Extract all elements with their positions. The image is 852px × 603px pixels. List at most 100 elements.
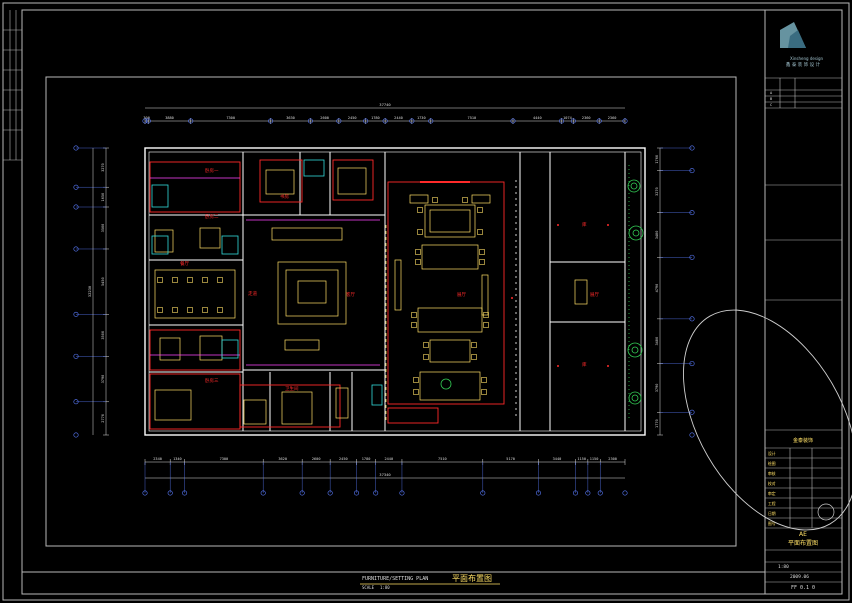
dimension-total: 32230 [87, 285, 92, 297]
chair [483, 322, 489, 328]
dimension-label: 2300 [608, 457, 617, 461]
chair [413, 377, 419, 383]
chair [477, 229, 483, 235]
chair [411, 322, 417, 328]
chair [471, 342, 477, 348]
drawing-title-en: FURNITURE/SETTING PLAN [362, 576, 428, 582]
dimension-label: 7510 [468, 116, 477, 120]
chair [423, 342, 429, 348]
dimension-label: 4790 [655, 284, 659, 293]
room-label: 展厅 [457, 292, 466, 298]
grid-bubble [73, 432, 79, 438]
chair [172, 307, 178, 313]
chair [415, 249, 421, 255]
chair [202, 307, 208, 313]
dimension-label: 7300 [220, 457, 229, 461]
dimension-top: 300 3880 7300 3630 2600 2450 1780 2440 1730 7510 4… [142, 102, 628, 124]
chair [202, 277, 208, 283]
room-label: 客厅 [346, 291, 355, 298]
scale-value: 1:80 [380, 585, 390, 590]
dimension-label: 2450 [339, 457, 348, 461]
chair [432, 197, 438, 203]
chair [417, 229, 423, 235]
dimension-label: 1150 [590, 457, 599, 461]
sheet-frame [2, 2, 850, 601]
plants [440, 165, 644, 420]
chair [481, 389, 487, 395]
dimension-label: 3480 [655, 231, 659, 240]
dimension-label: 5170 [506, 457, 515, 461]
grid-bubble [622, 490, 628, 496]
chair [187, 307, 193, 313]
dimension-label: 1650 [101, 193, 105, 202]
dimension-label: 2440 [384, 457, 393, 461]
revision-row: B [770, 97, 772, 101]
chair [477, 207, 483, 213]
grid-bubble [689, 432, 695, 438]
cad-drawing: 鑫 泰 装 饰 设 计 Xinsheng design AE 平面布置图 金泰装… [2, 2, 852, 601]
title-field-label: 日期 [768, 511, 776, 516]
chair [157, 277, 163, 283]
room-label: 书房 [280, 193, 289, 200]
title-scale: 1:80 [778, 564, 789, 570]
chair [172, 277, 178, 283]
dimension-label: 3500 [101, 224, 105, 233]
partition-walls [149, 152, 626, 431]
chair [413, 389, 419, 395]
room-label: 卧房二 [205, 213, 219, 220]
chair [415, 259, 421, 265]
dimension-label: 1780 [371, 116, 380, 120]
dimension-label: 5450 [101, 277, 105, 286]
room-label: 卫生间 [285, 385, 299, 392]
dimension-label: 2450 [348, 116, 357, 120]
floor-plan: 卧房一 卧房二 卧房三 餐厅 走道 客厅 书房 卫生间 展厅 库 展厅 库 [144, 147, 646, 436]
dimension-label: 3790 [101, 375, 105, 384]
dimension-label: 3440 [553, 457, 562, 461]
dimension-left: 3270 1650 3500 5450 3500 3790 2770 32230 [73, 145, 109, 438]
dimension-label: 3500 [101, 331, 105, 340]
dimension-label: 1150 [577, 457, 586, 461]
room-label: 卧房三 [205, 377, 219, 384]
logo-caption: 鑫 泰 装 饰 设 计 [786, 61, 821, 68]
scale-label: SCALE [362, 585, 375, 590]
dimension-bottom: 2340 1340 7300 3620 2600 2450 1780 2440 7510 5170… [142, 457, 628, 496]
title-field-label: 校对 [768, 481, 776, 486]
dimension-label: 1770 [655, 419, 659, 428]
revision-row: A [770, 91, 773, 95]
dimension-label: 7300 [226, 116, 235, 120]
furniture [154, 167, 588, 425]
chair [479, 249, 485, 255]
chair [411, 312, 417, 318]
dimension-label: 2360 [582, 116, 591, 120]
dimension-label: 2600 [320, 116, 329, 120]
dimension-label: 2340 [153, 457, 162, 461]
project-label: AE [799, 531, 807, 538]
dimension-total: 37340 [379, 472, 391, 477]
room-label: 展厅 [590, 292, 599, 298]
dimension-label: 1780 [362, 457, 371, 461]
drawing-title-cn: 平面布置图 [452, 573, 492, 583]
dimension-label: 2600 [312, 457, 321, 461]
chair [481, 377, 487, 383]
dimension-label: 3620 [278, 457, 287, 461]
title-date: 2009.06 [790, 574, 809, 580]
dimension-total: 37740 [379, 102, 391, 107]
room-label: 餐厅 [180, 260, 189, 267]
title-field-label: 绘图 [768, 461, 776, 466]
company-logo-icon [780, 22, 806, 48]
chair [471, 354, 477, 360]
title-field-label: 工程 [768, 501, 776, 506]
drawing-title: FURNITURE/SETTING PLAN 平面布置图 SCALE 1:80 [360, 573, 500, 590]
chair [187, 277, 193, 283]
chair [462, 197, 468, 203]
chair [423, 354, 429, 360]
dimension-right: 1760 3270 3480 4790 3480 3790 1770 [655, 145, 695, 438]
chair [157, 307, 163, 313]
title-field-label: 审定 [768, 491, 776, 496]
title-field-label: 设计 [768, 451, 776, 456]
room-label: 库 [582, 221, 587, 228]
dimension-label: 3790 [655, 384, 659, 393]
dimension-label: 2770 [101, 414, 105, 423]
room-label: 卧房一 [205, 167, 219, 174]
room-outlines-red [149, 159, 505, 430]
